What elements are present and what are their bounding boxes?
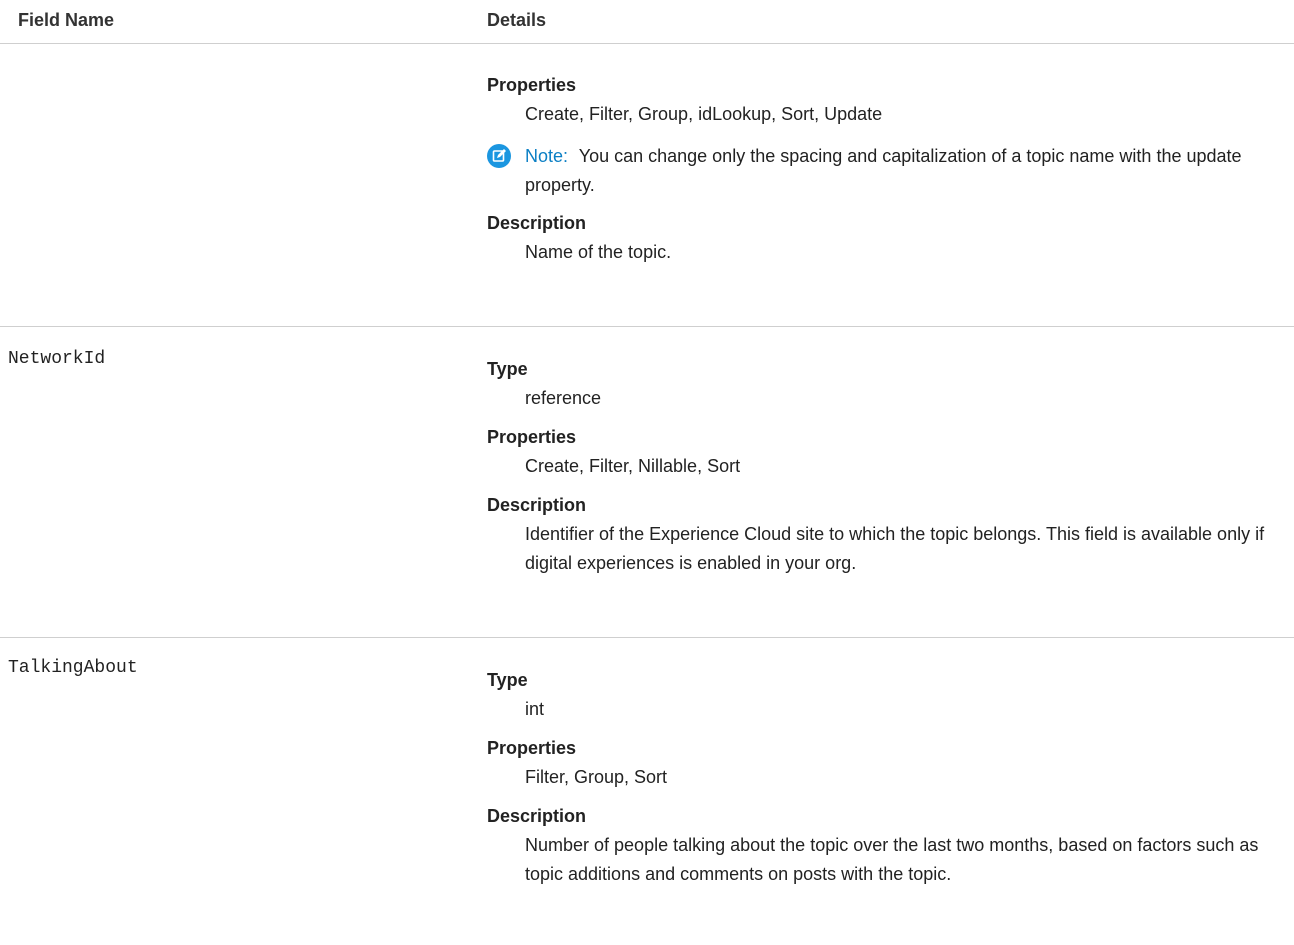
table-row: NetworkId Type reference Properties Crea… — [0, 327, 1294, 638]
properties-block: Properties Filter, Group, Sort — [487, 737, 1277, 791]
table-header: Field Name Details — [0, 0, 1294, 44]
row-details: Properties Create, Filter, Group, idLook… — [487, 74, 1277, 266]
row-details: Type reference Properties Create, Filter… — [487, 358, 1277, 578]
properties-block: Properties Create, Filter, Nillable, Sor… — [487, 426, 1277, 480]
properties-label: Properties — [487, 427, 577, 447]
description-block: Description Name of the topic. — [487, 212, 1277, 266]
properties-value: Create, Filter, Group, idLookup, Sort, U… — [525, 104, 883, 124]
type-block: Type reference — [487, 358, 1277, 412]
type-value: reference — [525, 388, 602, 408]
properties-label: Properties — [487, 75, 577, 95]
type-block: Type int — [487, 669, 1277, 723]
field-name: NetworkId — [8, 349, 106, 369]
table-row: Properties Create, Filter, Group, idLook… — [0, 44, 1294, 327]
properties-block: Properties Create, Filter, Group, idLook… — [487, 74, 1277, 128]
table-row: TalkingAbout Type int Properties Filter,… — [0, 638, 1294, 945]
note-text: You can change only the spacing and capi… — [525, 146, 1242, 195]
column-header-details: Details — [487, 10, 547, 30]
description-block: Description Identifier of the Experience… — [487, 494, 1277, 578]
column-header-field-name: Field Name — [18, 10, 115, 30]
note-label: Note: — [525, 146, 569, 166]
type-label: Type — [487, 359, 528, 379]
properties-label: Properties — [487, 738, 577, 758]
description-value: Identifier of the Experience Cloud site … — [525, 524, 1265, 573]
properties-value: Create, Filter, Nillable, Sort — [525, 456, 741, 476]
type-label: Type — [487, 670, 528, 690]
type-value: int — [525, 699, 545, 719]
note-callout: Note: You can change only the spacing an… — [487, 142, 1277, 200]
description-label: Description — [487, 806, 587, 826]
description-value: Name of the topic. — [525, 242, 672, 262]
properties-value: Filter, Group, Sort — [525, 767, 668, 787]
description-value: Number of people talking about the topic… — [525, 835, 1259, 884]
row-details: Type int Properties Filter, Group, Sort … — [487, 669, 1277, 889]
field-name: TalkingAbout — [8, 658, 138, 678]
description-block: Description Number of people talking abo… — [487, 805, 1277, 889]
edit-note-icon — [487, 144, 511, 168]
description-label: Description — [487, 213, 587, 233]
description-label: Description — [487, 495, 587, 515]
